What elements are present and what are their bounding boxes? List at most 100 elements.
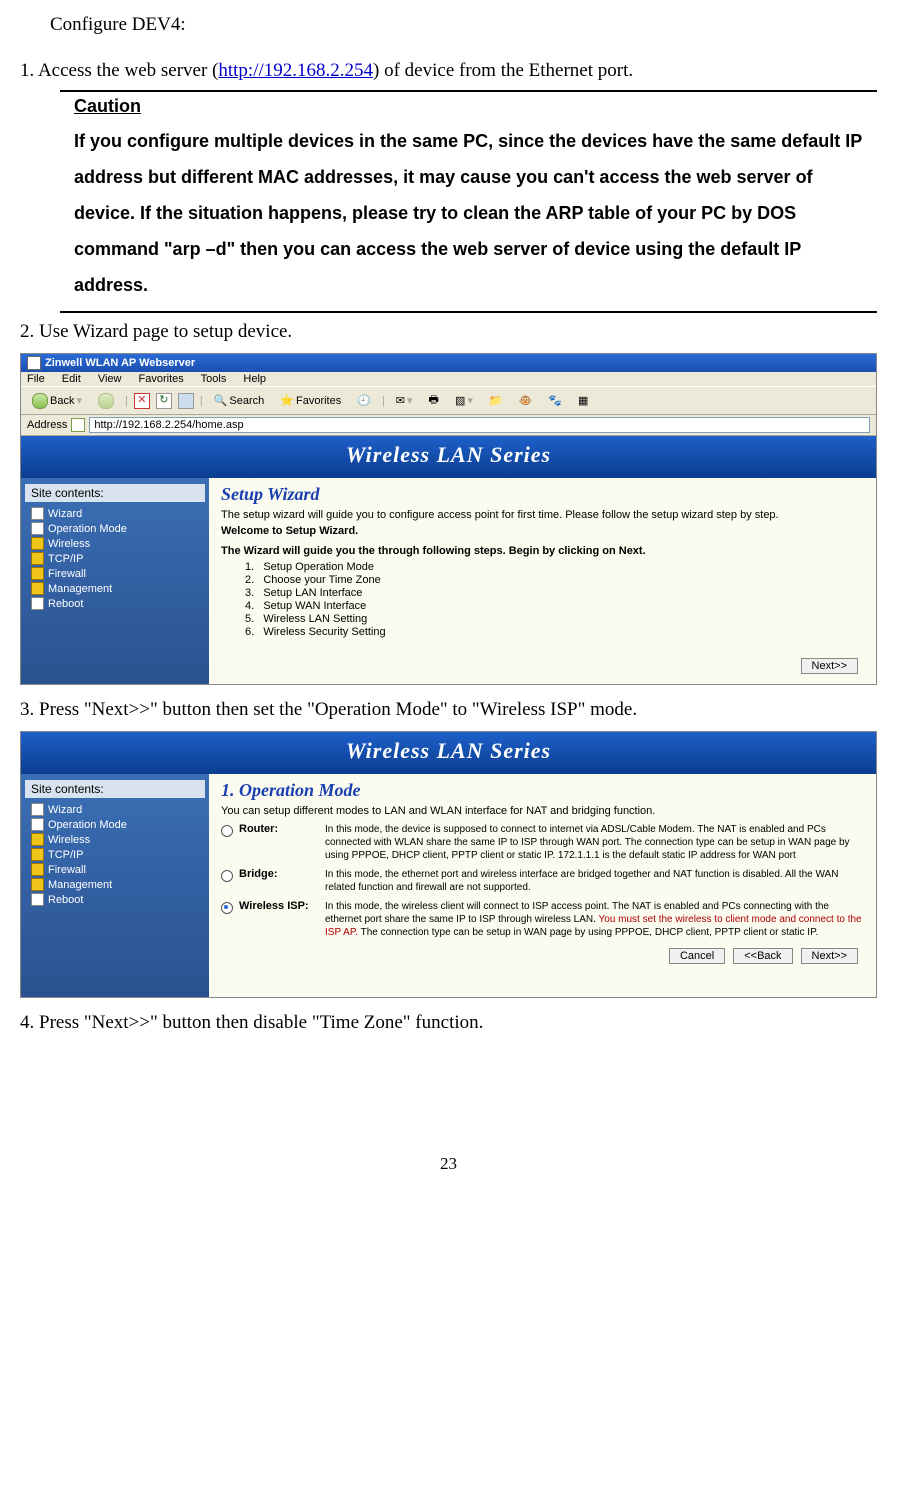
cancel-button[interactable]: Cancel <box>669 948 725 964</box>
radio-wireless-isp[interactable] <box>221 902 233 914</box>
paw-icon[interactable]: 🐾 <box>543 392 567 409</box>
sidebar-item-wireless[interactable]: Wireless <box>25 832 205 847</box>
mode-wisp-label: Wireless ISP: <box>239 900 319 912</box>
back-button[interactable]: Back ▾ <box>27 391 87 411</box>
next-button[interactable]: Next>> <box>801 948 858 964</box>
sidebar: Site contents: Wizard Operation Mode Wir… <box>21 774 209 997</box>
mode-bridge-label: Bridge: <box>239 868 319 880</box>
folder-icon <box>31 582 44 595</box>
list-item: 4. Setup WAN Interface <box>245 600 864 612</box>
mode-router-desc: In this mode, the device is supposed to … <box>325 823 864 862</box>
refresh-icon[interactable]: ↻ <box>156 393 172 409</box>
page-icon <box>31 803 44 816</box>
wizard-welcome: Welcome to Setup Wizard. <box>221 525 864 537</box>
operation-mode-intro: You can setup different modes to LAN and… <box>221 805 864 817</box>
menu-bar: File Edit View Favorites Tools Help <box>21 372 876 386</box>
sidebar-item-reboot[interactable]: Reboot <box>25 596 205 611</box>
edit-icon[interactable]: ▧ ▾ <box>450 392 478 409</box>
sidebar-item-management[interactable]: Management <box>25 581 205 596</box>
wizard-intro: The setup wizard will guide you to confi… <box>221 509 864 521</box>
section-title: Configure DEV4: <box>50 14 877 36</box>
operation-mode-title: 1. Operation Mode <box>221 780 864 801</box>
list-item: 3. Setup LAN Interface <box>245 587 864 599</box>
forward-button[interactable] <box>93 391 119 411</box>
step-3: 3. Press "Next>>" button then set the "O… <box>20 699 877 721</box>
mode-bridge-desc: In this mode, the ethernet port and wire… <box>325 868 864 894</box>
sidebar-item-wizard[interactable]: Wizard <box>25 802 205 817</box>
wizard-title: Setup Wizard <box>221 484 864 505</box>
menu-favorites[interactable]: Favorites <box>139 373 184 385</box>
folder-icon <box>31 863 44 876</box>
page-icon <box>31 507 44 520</box>
sidebar-item-reboot[interactable]: Reboot <box>25 892 205 907</box>
content-area: Setup Wizard The setup wizard will guide… <box>209 478 876 684</box>
mail-icon[interactable]: ✉ ▾ <box>391 392 418 409</box>
sidebar-title: Site contents: <box>25 780 205 798</box>
caution-box: Caution If you configure multiple device… <box>60 90 877 313</box>
menu-view[interactable]: View <box>98 373 122 385</box>
address-input[interactable]: http://192.168.2.254/home.asp <box>89 417 870 433</box>
list-item: 6. Wireless Security Setting <box>245 626 864 638</box>
menu-tools[interactable]: Tools <box>201 373 227 385</box>
sidebar-item-operation-mode[interactable]: Operation Mode <box>25 817 205 832</box>
search-button[interactable]: 🔍 Search <box>209 392 270 409</box>
folder-icon <box>31 833 44 846</box>
page-icon <box>31 818 44 831</box>
folder-icon <box>31 848 44 861</box>
sidebar-item-management[interactable]: Management <box>25 877 205 892</box>
mode-router-row[interactable]: Router: In this mode, the device is supp… <box>221 823 864 862</box>
sidebar-item-wireless[interactable]: Wireless <box>25 536 205 551</box>
misc-icon-1[interactable]: 🐵 <box>514 392 538 409</box>
sidebar-title: Site contents: <box>25 484 205 502</box>
wizard-steps-list: 1. Setup Operation Mode 2. Choose your T… <box>245 561 864 638</box>
sidebar-item-operation-mode[interactable]: Operation Mode <box>25 521 205 536</box>
page-icon <box>31 522 44 535</box>
screenshot-operation-mode: Wireless LAN Series Site contents: Wizar… <box>20 731 877 998</box>
menu-help[interactable]: Help <box>243 373 266 385</box>
sidebar-item-tcpip[interactable]: TCP/IP <box>25 551 205 566</box>
window-title: Zinwell WLAN AP Webserver <box>45 357 195 369</box>
mode-bridge-row[interactable]: Bridge: In this mode, the ethernet port … <box>221 868 864 894</box>
forward-icon <box>98 393 114 409</box>
step-1-post: ) of device from the Ethernet port. <box>373 60 633 81</box>
stop-icon[interactable]: ✕ <box>134 393 150 409</box>
mode-wisp-row[interactable]: Wireless ISP: In this mode, the wireless… <box>221 900 864 939</box>
mode-wisp-desc: In this mode, the wireless client will c… <box>325 900 864 939</box>
sidebar-item-firewall[interactable]: Firewall <box>25 566 205 581</box>
list-item: 5. Wireless LAN Setting <box>245 613 864 625</box>
wizard-guide: The Wizard will guide you the through fo… <box>221 545 864 557</box>
history-icon[interactable]: 🕘 <box>352 392 376 409</box>
sidebar-item-tcpip[interactable]: TCP/IP <box>25 847 205 862</box>
step-1: 1. Access the web server (http://192.168… <box>20 60 877 82</box>
sidebar-item-wizard[interactable]: Wizard <box>25 506 205 521</box>
favorites-button[interactable]: ⭐ Favorites <box>275 392 346 409</box>
radio-router[interactable] <box>221 825 233 837</box>
page-icon <box>31 893 44 906</box>
back-button[interactable]: <<Back <box>733 948 792 964</box>
window-titlebar: Zinwell WLAN AP Webserver <box>21 354 876 372</box>
sidebar: Site contents: Wizard Operation Mode Wir… <box>21 478 209 684</box>
home-icon[interactable] <box>178 393 194 409</box>
content-area: 1. Operation Mode You can setup differen… <box>209 774 876 997</box>
misc-icon-2[interactable]: ▦ <box>573 392 593 409</box>
caution-body: If you configure multiple devices in the… <box>74 123 867 303</box>
list-item: 2. Choose your Time Zone <box>245 574 864 586</box>
next-button[interactable]: Next>> <box>801 658 858 674</box>
folder-icon <box>31 537 44 550</box>
browser-toolbar: Back ▾ | ✕ ↻ | 🔍 Search ⭐ Favorites 🕘 | … <box>21 386 876 415</box>
address-label: Address <box>27 419 67 431</box>
list-item: 1. Setup Operation Mode <box>245 561 864 573</box>
radio-bridge[interactable] <box>221 870 233 882</box>
folder-icon <box>31 552 44 565</box>
address-bar: Address http://192.168.2.254/home.asp <box>21 415 876 436</box>
step-4: 4. Press "Next>>" button then disable "T… <box>20 1012 877 1034</box>
print-icon[interactable]: 🖶 <box>424 389 444 412</box>
screenshot-setup-wizard: Zinwell WLAN AP Webserver File Edit View… <box>20 353 877 685</box>
web-server-link[interactable]: http://192.168.2.254 <box>218 60 373 81</box>
menu-file[interactable]: File <box>27 373 45 385</box>
page-banner: Wireless LAN Series <box>21 732 876 774</box>
page-icon <box>31 597 44 610</box>
menu-edit[interactable]: Edit <box>62 373 81 385</box>
folder-icon[interactable]: 📁 <box>484 392 508 409</box>
sidebar-item-firewall[interactable]: Firewall <box>25 862 205 877</box>
